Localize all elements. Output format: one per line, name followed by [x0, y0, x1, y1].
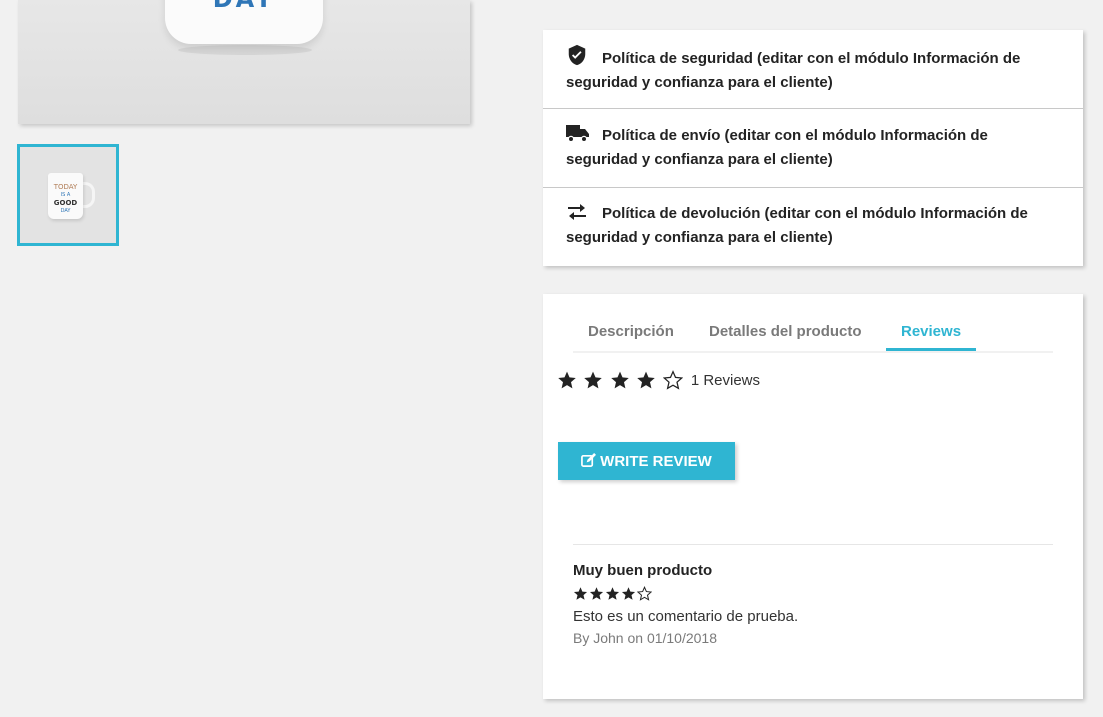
- star-filled-icon: [605, 587, 620, 601]
- reassurance-text: Política de devolución (editar con el mó…: [566, 205, 1028, 246]
- reassurance-text: Política de envío (editar con el módulo …: [566, 127, 988, 168]
- star-filled-icon: [558, 371, 576, 389]
- tab-bar: Descripción Detalles del producto Review…: [573, 317, 1053, 353]
- star-empty-icon: [662, 370, 683, 390]
- reassurance-text: Política de seguridad (editar con el mód…: [566, 50, 1021, 91]
- shield-icon: [566, 44, 592, 66]
- star-filled-icon: [621, 587, 636, 601]
- star-filled-icon: [637, 371, 656, 389]
- star-empty-icon: [637, 586, 652, 602]
- reassurance-item-security: Política de seguridad (editar con el mód…: [543, 30, 1083, 109]
- product-main-image[interactable]: DAY: [18, 0, 470, 124]
- thumbnail-mug: TODAY IS A GOOD DAY: [48, 173, 83, 219]
- tab-product-details[interactable]: Detalles del producto: [694, 317, 877, 349]
- review-rating-stars: [573, 585, 1053, 602]
- review-text: Esto es un comentario de prueba.: [573, 608, 799, 625]
- rating-stars: [557, 370, 685, 390]
- thumbnail-text-line: TODAY: [53, 183, 78, 191]
- thumbnail-text-line: GOOD: [53, 199, 78, 207]
- star-filled-icon: [573, 587, 588, 601]
- review-title: Muy buen producto: [573, 562, 713, 579]
- write-review-button[interactable]: WRITE REVIEW: [558, 442, 735, 480]
- rating-summary: 1 Reviews: [557, 370, 760, 394]
- mug-shadow: [178, 45, 312, 55]
- tab-reviews[interactable]: Reviews: [886, 317, 977, 351]
- review-count[interactable]: 1 Reviews: [691, 372, 760, 389]
- reassurance-panel: Política de seguridad (editar con el mód…: [543, 30, 1083, 266]
- review-meta: By John on 01/10/2018: [573, 630, 718, 646]
- write-review-label: WRITE REVIEW: [600, 452, 712, 470]
- thumbnail-mug-handle: [81, 182, 95, 208]
- review-item: Muy buen producto Esto es un comentario …: [573, 544, 1053, 646]
- reassurance-item-shipping: Política de envío (editar con el módulo …: [543, 109, 1083, 188]
- reassurance-item-returns: Política de devolución (editar con el mó…: [543, 188, 1083, 266]
- swap-arrows-icon: [566, 203, 592, 221]
- product-tabs-card: Descripción Detalles del producto Review…: [543, 294, 1083, 699]
- tab-description[interactable]: Descripción: [573, 317, 689, 349]
- product-thumbnail[interactable]: TODAY IS A GOOD DAY: [17, 144, 119, 246]
- truck-icon: [566, 123, 592, 143]
- thumbnail-text-line: IS A: [60, 192, 71, 198]
- mug-print-text: DAY: [165, 0, 323, 11]
- star-filled-icon: [589, 587, 604, 601]
- mug-illustration: DAY: [165, 0, 323, 44]
- edit-icon: [581, 452, 597, 467]
- thumbnail-text-line: DAY: [60, 208, 71, 214]
- star-filled-icon: [611, 371, 629, 389]
- star-filled-icon: [584, 371, 603, 389]
